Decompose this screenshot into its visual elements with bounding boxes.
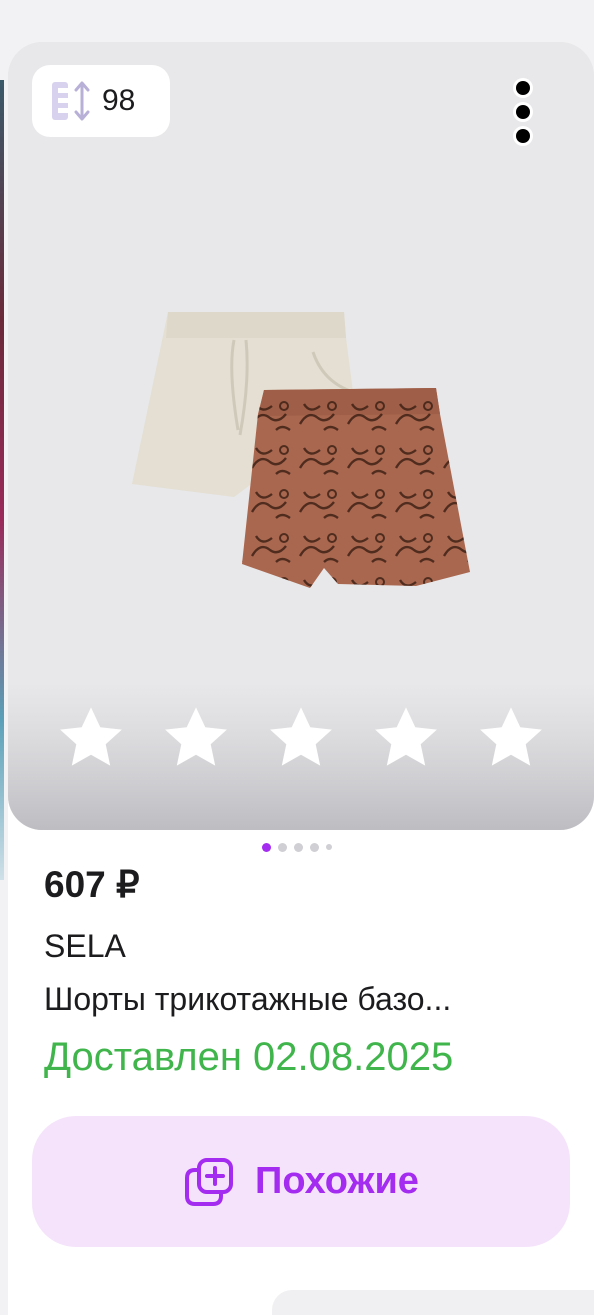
star-icon[interactable] (370, 702, 442, 774)
pagination-dot-active (262, 842, 271, 852)
product-title[interactable]: Шорты трикотажные базо... (44, 981, 451, 1018)
product-brand: SELA (44, 928, 126, 964)
brown-printed-shorts (242, 388, 470, 588)
copy-plus-icon (185, 1157, 234, 1206)
star-icon[interactable] (475, 702, 547, 774)
product-price: 607 ₽ (44, 864, 140, 905)
pagination-dot (310, 842, 319, 852)
star-icon[interactable] (265, 702, 337, 774)
delivery-status: Доставлен 02.08.2025 (44, 1035, 454, 1079)
star-icon[interactable] (55, 702, 127, 774)
pagination-dot (294, 842, 303, 852)
rating-stars[interactable] (8, 700, 594, 776)
more-vertical-icon (513, 78, 533, 146)
size-badge: 98 (32, 65, 170, 137)
next-card-edge (272, 1290, 594, 1315)
size-value: 98 (102, 84, 136, 117)
gallery-pagination (262, 842, 332, 852)
star-icon[interactable] (160, 702, 232, 774)
similar-button-label: Похожие (255, 1160, 419, 1202)
pagination-dot (278, 842, 287, 852)
pagination-dot (326, 844, 332, 850)
more-options-button[interactable] (502, 74, 544, 154)
size-range-icon (52, 81, 90, 121)
similar-button[interactable]: Похожие (32, 1116, 570, 1247)
product-card[interactable]: 98 607 ₽ SELA Шорты трикотажные базо... … (0, 0, 594, 1315)
